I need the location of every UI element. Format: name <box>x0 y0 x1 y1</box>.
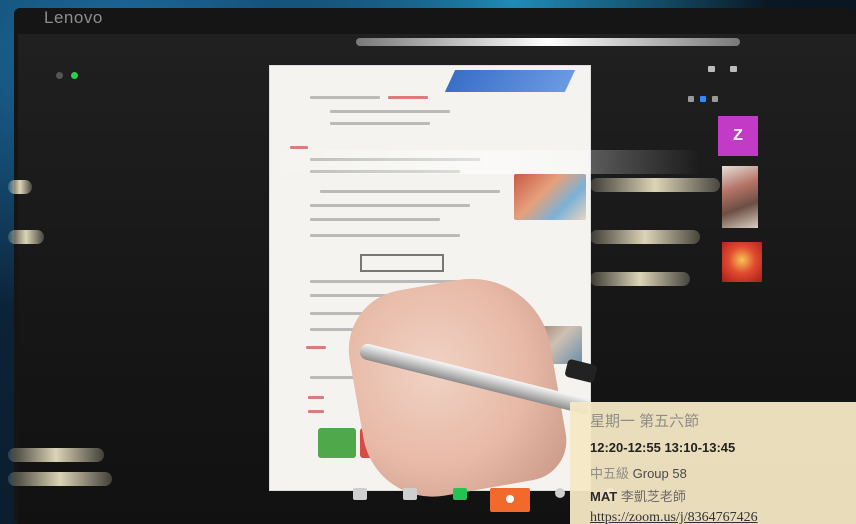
class-times: 12:20-12:55 13:10-13:45 <box>590 440 736 455</box>
prev-icon[interactable] <box>688 96 694 102</box>
speaker-toggle[interactable] <box>730 66 740 72</box>
monitor-brand: Lenovo <box>44 8 103 27</box>
grade-label: 中五級 <box>590 466 630 481</box>
avatar-initial: Z <box>733 127 743 144</box>
share-screen-button[interactable] <box>440 488 480 524</box>
window-controls <box>56 72 78 79</box>
group-label: Group 58 <box>632 466 687 481</box>
subject-teacher: MAT 李凱芝老師 <box>590 486 856 505</box>
light-reflection <box>590 272 690 286</box>
people-icon <box>403 488 417 500</box>
grid-view-icon <box>708 66 715 72</box>
text-line <box>330 122 430 125</box>
participants-button[interactable] <box>340 488 380 524</box>
text-line <box>290 146 308 149</box>
gallery-controls[interactable] <box>688 96 718 102</box>
window-dot-icon <box>56 72 63 79</box>
participant-avatar[interactable]: Z <box>718 116 758 156</box>
security-dot-icon <box>71 72 78 79</box>
light-reflection <box>356 38 740 46</box>
text-line <box>310 218 440 221</box>
record-icon <box>555 488 565 498</box>
day-period: 星期一 第五六節 <box>590 413 700 430</box>
text-line <box>308 396 324 399</box>
light-reflection <box>8 180 32 194</box>
text-line <box>308 410 324 413</box>
speaker-view-icon <box>730 66 737 72</box>
text-line <box>320 190 500 193</box>
text-line <box>388 96 428 99</box>
classroom-photo <box>514 174 586 220</box>
light-reflection <box>8 230 44 244</box>
manage-participants-button[interactable] <box>390 488 430 524</box>
chat-button[interactable] <box>490 488 530 512</box>
light-reflection <box>8 472 112 486</box>
photo-frame: Lenovo Z 星期一 第五六節 12:20-12:55 13:10-13:4… <box>0 0 856 524</box>
view-controls <box>708 66 740 72</box>
view-toggle[interactable] <box>708 66 718 72</box>
light-reflection <box>590 178 720 192</box>
header-graphic <box>444 70 576 92</box>
participant-video[interactable] <box>722 242 762 282</box>
box-plot-diagram <box>360 254 444 272</box>
zoom-link[interactable]: https://zoom.us/j/8364767426 <box>590 510 856 524</box>
participant-video[interactable] <box>722 166 758 228</box>
text-line <box>330 110 450 113</box>
class-info-card: 星期一 第五六節 12:20-12:55 13:10-13:45 中五級 Gro… <box>570 402 856 524</box>
teacher-label: 李凱芝老師 <box>620 489 686 504</box>
text-line <box>306 346 326 349</box>
class-group: 中五級 Group 58 <box>590 463 856 482</box>
next-icon[interactable] <box>712 96 718 102</box>
participants-icon <box>353 488 367 500</box>
text-line <box>310 204 470 207</box>
text-line <box>310 96 380 99</box>
light-reflection <box>8 448 104 462</box>
light-reflection <box>270 150 700 174</box>
gallery-icon[interactable] <box>700 96 706 102</box>
chat-icon <box>506 495 514 503</box>
share-icon <box>453 488 467 500</box>
text-line <box>310 234 460 237</box>
subject-label: MAT <box>590 489 618 504</box>
green-tile <box>318 428 356 458</box>
light-reflection <box>590 230 700 244</box>
